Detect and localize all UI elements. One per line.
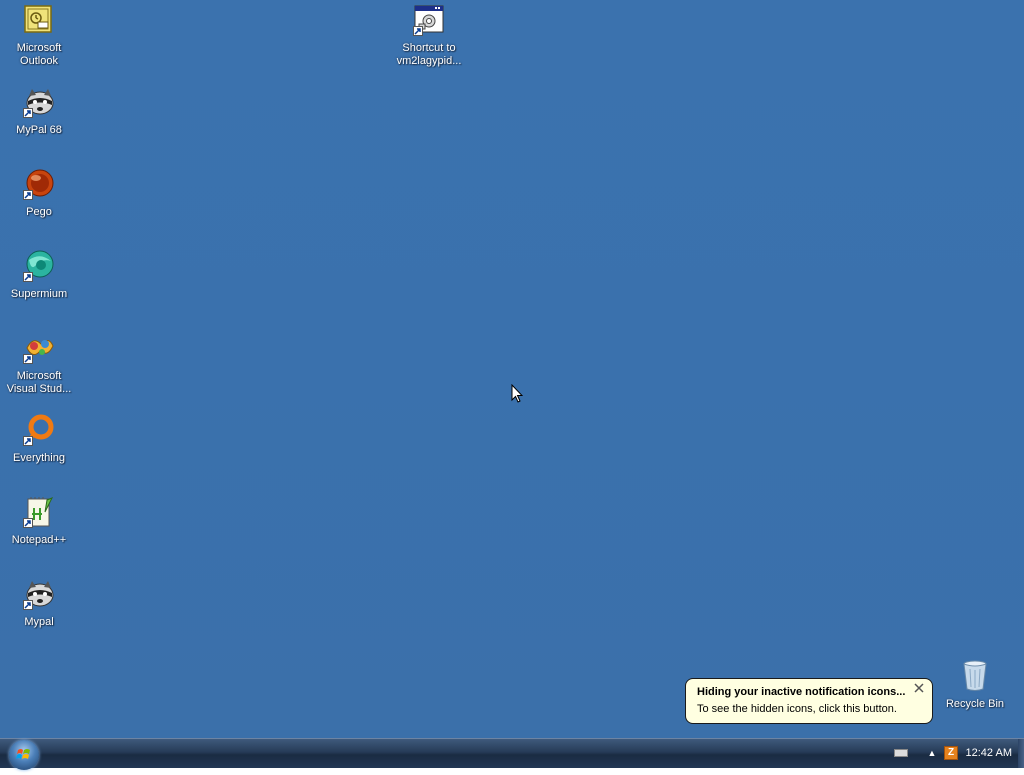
tray-app-icon[interactable]: Z [944,746,958,760]
shortcut-arrow-icon [23,354,33,364]
notification-balloon[interactable]: Hiding your inactive notification icons.… [685,678,933,739]
desktop-icon-recycle-bin[interactable]: Recycle Bin [937,660,1013,711]
mouse-cursor-icon [511,384,523,403]
notification-title: Hiding your inactive notification icons.… [697,686,906,698]
shortcut-arrow-icon [23,108,33,118]
supermium-icon [23,250,55,282]
desktop-icon-outlook[interactable]: Microsoft Outlook [1,4,77,68]
desktop-icon-notepad-plus-plus[interactable]: Notepad++ [1,496,77,547]
program-window-icon [413,4,445,36]
desktop-icon-label: Notepad++ [11,534,67,546]
desktop-icon-label: Recycle Bin [945,698,1005,710]
notepad-plus-plus-icon [23,496,55,528]
shortcut-arrow-icon [413,26,423,36]
raccoon-icon [23,578,55,610]
shortcut-arrow-icon [23,518,33,528]
desktop-icon-label: Microsoft Outlook [16,42,62,67]
shortcut-arrow-icon [23,190,33,200]
shortcut-arrow-icon [23,272,33,282]
desktop-icon-label: Microsoft Visual Stud... [6,370,72,395]
desktop-icon-supermium[interactable]: Supermium [1,250,77,301]
pego-icon [23,168,55,200]
desktop-icon-label: Mypal [24,616,54,628]
desktop-icon-label: Supermium [10,288,68,300]
desktop-icon-label: Shortcut to vm2lagypid... [396,42,462,67]
outlook-icon [23,4,55,36]
visual-studio-icon [23,332,55,364]
desktop-icon-everything[interactable]: Everything [1,414,77,465]
desktop-icon-label: Everything [13,452,65,464]
everything-icon [23,414,55,446]
chevron-up-icon[interactable]: ▲ [926,747,938,759]
keyboard-icon[interactable] [894,749,908,757]
taskbar: ▲ Z 12:42 AM [0,738,1024,770]
desktop-icon-label: Pego [26,206,52,218]
notification-text: To see the hidden icons, click this butt… [697,703,897,715]
show-desktop-button[interactable] [1018,739,1024,768]
desktop-icon-shortcut-vm2lagypid[interactable]: Shortcut to vm2lagypid... [391,4,467,68]
desktop-icon-visual-studio[interactable]: Microsoft Visual Stud... [1,332,77,396]
system-tray: ▲ Z 12:42 AM [892,739,1024,768]
recycle-bin-icon [959,660,991,692]
desktop-icon-mypal[interactable]: Mypal [1,578,77,629]
raccoon-icon [23,86,55,118]
shortcut-arrow-icon [23,600,33,610]
windows-start-orb-icon[interactable] [9,740,39,770]
shortcut-arrow-icon [23,436,33,446]
desktop[interactable]: Microsoft Outlook MyPal 68 Pego Supermiu… [0,0,1024,739]
desktop-icon-mypal-68[interactable]: MyPal 68 [1,86,77,137]
desktop-icon-pego[interactable]: Pego [1,168,77,219]
desktop-icon-label: MyPal 68 [16,124,62,136]
clock[interactable]: 12:42 AM [966,746,1012,760]
close-icon[interactable] [913,682,925,694]
